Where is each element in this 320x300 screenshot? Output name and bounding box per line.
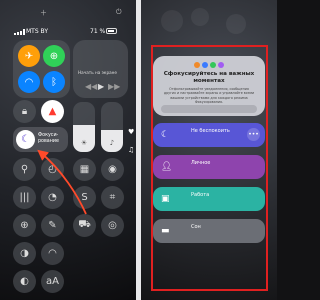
focus-panel: Сфокусируйтесь на важных моментах Отфиль… (141, 0, 277, 300)
highlight-box (151, 45, 268, 291)
control-center-panel: MTS BY 71 % ＋ ⏻ ✈ ⊕ ◠ ᛒ Начать на экране… (0, 0, 136, 300)
annotation-arrow (37, 149, 87, 215)
